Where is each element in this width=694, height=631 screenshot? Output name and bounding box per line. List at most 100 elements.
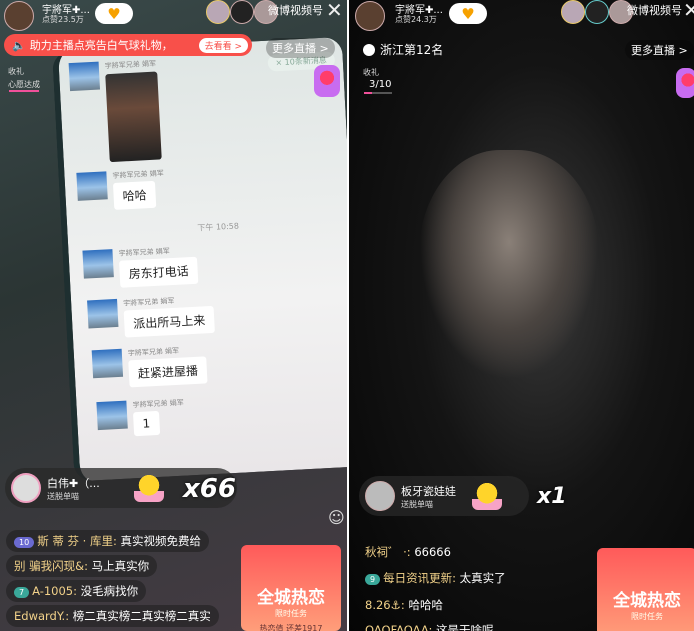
- banner-text: 助力主播点亮告白气球礼物，: [29, 39, 173, 52]
- emoji-icon[interactable]: ☺: [328, 508, 345, 527]
- chat-message: 宇將军兄弟 娟军: [68, 59, 162, 164]
- gift-goal-progress: [364, 92, 392, 94]
- comment: 秋祠゛ ·: 66666: [365, 544, 451, 560]
- viewer-avatar[interactable]: [561, 0, 585, 24]
- follow-heart-button[interactable]: ♥: [449, 3, 487, 24]
- comment: 别 骗我闪现&: 马上真实你: [6, 555, 158, 577]
- comment-user[interactable]: 秋祠゛ ·:: [365, 545, 411, 559]
- comment-user[interactable]: OAOFAOAA:: [365, 623, 432, 631]
- gift-goal-progress-text: 3/10: [369, 79, 392, 90]
- comment: OAOFAOAA: 这是干啥呢: [365, 622, 494, 631]
- chick-gift-icon: [472, 482, 502, 510]
- sender: 宇將军兄弟 娟军: [104, 59, 157, 71]
- gifter-avatar[interactable]: [11, 473, 41, 503]
- close-icon[interactable]: ✕: [326, 0, 343, 22]
- rank-text: 浙江第12名: [380, 43, 444, 57]
- comment: 10 斯 蒂 芬 · 库里: 真实视频免费给: [6, 530, 209, 552]
- viewer-avatar[interactable]: [230, 0, 254, 24]
- gift-action: 送脱单喵: [401, 499, 433, 509]
- promo-card[interactable]: 全城热恋 限时任务: [597, 548, 694, 631]
- chat-message: 宇將军兄弟 娟军 哈哈: [76, 168, 165, 212]
- avatar: [76, 171, 108, 201]
- right-stream-panel: 宇將军✚... 点赞24.3万 ♥ 微博视频号 ✕ 浙江第12名 更多直播 > …: [349, 0, 694, 631]
- comment-text: 这是干啥呢: [436, 623, 494, 631]
- comment: 8.26⚓: 哈哈哈: [365, 597, 443, 613]
- message-bubble: 派出所马上来: [123, 305, 215, 338]
- message-bubble: 1: [132, 410, 160, 437]
- message-bubble: 房东打电话: [119, 256, 199, 288]
- comment-user[interactable]: 别 骗我闪现&:: [14, 559, 88, 573]
- comment-user[interactable]: 每日资讯更新:: [383, 571, 456, 585]
- weibo-watermark: 微博视频号: [268, 4, 323, 17]
- level-badge: 9: [365, 574, 381, 585]
- message-bubble: 哈哈: [112, 180, 157, 210]
- close-icon[interactable]: ✕: [683, 0, 694, 22]
- gift-combo: x1: [537, 484, 567, 509]
- left-stream-panel: × 10条新消息 宇將军兄弟 娟军 宇將军兄弟 娟军 哈哈 下午 10:58 宇將…: [0, 0, 347, 631]
- go-see-button[interactable]: 去看看 >: [198, 37, 248, 53]
- gifter-name: 白伟✚（...: [47, 476, 100, 490]
- cat-heart-icon[interactable]: [676, 68, 694, 98]
- follow-heart-button[interactable]: ♥: [95, 3, 133, 24]
- message-bubble: 赶紧进屋播: [128, 356, 208, 388]
- weibo-watermark: 微博视频号: [627, 4, 682, 17]
- promo-subtitle: 限时任务: [275, 609, 307, 618]
- rank-badge[interactable]: 浙江第12名: [363, 41, 443, 58]
- phone-screen: × 10条新消息 宇將军兄弟 娟军 宇將军兄弟 娟军 哈哈 下午 10:58 宇將…: [52, 36, 347, 482]
- like-count: 点赞24.3万: [395, 15, 437, 24]
- comment-text: 太真实了: [459, 571, 506, 585]
- comment: EdwardY.: 榜二真实榜二真实榜二真实: [6, 605, 219, 627]
- announcement-banner[interactable]: 🔈 助力主播点亮告白气球礼物， 去看看 >: [4, 34, 252, 56]
- gifter-name: 板牙瓷娃娃: [401, 484, 456, 498]
- avatar: [96, 400, 128, 431]
- clock-icon: [363, 43, 375, 56]
- speaker-icon: 🔈: [12, 38, 26, 52]
- streamer-video: [419, 150, 599, 380]
- comment-text: 马上真实你: [91, 559, 150, 573]
- promo-title: 全城热恋: [257, 588, 325, 608]
- comment-user[interactable]: A-1005:: [32, 584, 77, 598]
- promo-title: 全城热恋: [613, 591, 681, 611]
- cat-heart-icon[interactable]: [314, 65, 340, 97]
- viewer-avatar[interactable]: [585, 0, 609, 24]
- gift-goal-label: 收礼: [8, 67, 24, 76]
- promo-footer: 热恋值 还差1917: [259, 624, 323, 631]
- comment: 9 每日资讯更新: 太真实了: [365, 570, 506, 586]
- sender: 宇將军兄弟 娟军: [112, 169, 164, 180]
- viewer-avatar[interactable]: [206, 0, 230, 24]
- comment: 7 A-1005: 没毛病找你: [6, 580, 147, 602]
- gift-combo: x66: [183, 474, 236, 504]
- gift-goal-progress: [9, 90, 39, 92]
- image-message: [105, 71, 162, 163]
- chat-message: 宇將军兄弟 娟军 房东打电话: [82, 245, 199, 290]
- avatar: [82, 249, 114, 279]
- promo-card[interactable]: 全城热恋 限时任务 热恋值 还差1917: [241, 545, 341, 631]
- comment-user[interactable]: 斯 蒂 芬 · 库里:: [37, 534, 117, 548]
- gift-goal-status: 心愿达成: [8, 80, 40, 89]
- level-badge: 7: [14, 587, 30, 598]
- gift-action: 送脱单喵: [47, 491, 79, 501]
- streamer-avatar[interactable]: [4, 1, 34, 31]
- comment-text: 榜二真实榜二真实榜二真实: [72, 609, 211, 623]
- comment-text: 没毛病找你: [80, 584, 139, 598]
- more-live-button[interactable]: 更多直播 >: [266, 38, 335, 58]
- chick-gift-icon: [133, 474, 164, 502]
- chat-message: 宇將军兄弟 娟军 1: [96, 398, 185, 439]
- sender: 宇將军兄弟 娟军: [132, 398, 184, 410]
- avatar: [87, 298, 119, 329]
- avatar: [91, 348, 124, 379]
- chat-message: 宇將军兄弟 娟军 赶紧进屋播: [91, 344, 208, 389]
- comment-text: 66666: [414, 545, 451, 559]
- gifter-avatar[interactable]: [365, 481, 395, 511]
- gift-goal-label: 收礼: [363, 68, 379, 77]
- level-badge: 10: [14, 537, 35, 548]
- gift-notification: 板牙瓷娃娃 送脱单喵: [359, 476, 529, 516]
- chat-time: 下午 10:58: [197, 221, 240, 233]
- more-live-button[interactable]: 更多直播 >: [625, 40, 694, 60]
- streamer-avatar[interactable]: [355, 1, 385, 31]
- comment-user[interactable]: EdwardY.:: [14, 609, 69, 623]
- comment-text: 真实视频免费给: [120, 534, 202, 548]
- like-count: 点赞23.5万: [42, 15, 84, 24]
- promo-subtitle: 限时任务: [631, 612, 663, 621]
- comment-user[interactable]: 8.26⚓:: [365, 598, 405, 612]
